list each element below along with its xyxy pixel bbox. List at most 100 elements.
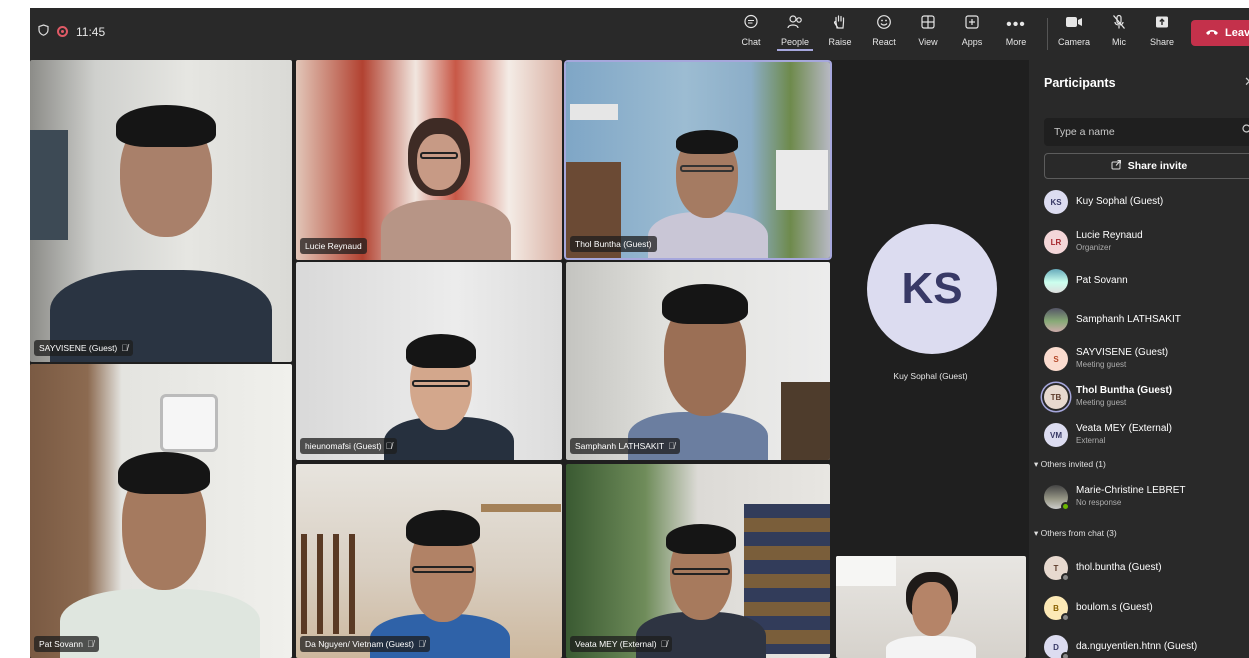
mic-off-icon: 🎙̸ <box>417 639 425 649</box>
participant-name: boulom.s (Guest) <box>1076 602 1153 613</box>
others-from-chat-section[interactable]: ▾ Others from chat (3) <box>1034 528 1117 539</box>
chat-button[interactable]: Chat <box>733 14 769 54</box>
video-tile-sayvisene[interactable]: SAYVISENE (Guest) 🎙̸ <box>30 60 292 362</box>
participant-row[interactable]: S SAYVISENE (Guest) Meeting guest <box>1044 342 1249 376</box>
participant-role: Meeting guest <box>1076 398 1127 407</box>
tile-name-tag: Veata MEY (External) 🎙̸ <box>570 636 673 652</box>
avatar: TB <box>1044 385 1068 409</box>
participant-name: da.nguyentien.htnn (Guest) <box>1076 641 1198 652</box>
meeting-status: 11:45 <box>38 24 105 39</box>
people-icon <box>777 14 813 36</box>
person-hair <box>676 130 738 154</box>
apps-button[interactable]: Apps <box>954 14 990 54</box>
people-label: People <box>777 36 813 51</box>
mic-button[interactable]: Mic <box>1101 14 1137 54</box>
people-button[interactable]: People <box>777 14 813 54</box>
participant-search-input[interactable] <box>1044 118 1249 146</box>
mic-off-icon: 🎙̸ <box>385 441 393 451</box>
tile-name-tag: hieunomafsi (Guest) 🎙̸ <box>300 438 398 454</box>
more-button[interactable]: ••• More <box>998 14 1034 54</box>
person-hair <box>406 334 476 368</box>
participant-row[interactable]: VM Veata MEY (External) External <box>1044 418 1249 452</box>
mic-off-icon: 🎙̸ <box>668 441 675 451</box>
recording-icon <box>57 26 68 37</box>
tile-name-tag: Pat Sovann 🎙̸ <box>34 636 99 652</box>
section-label: Others invited (1) <box>1040 459 1106 469</box>
avatar-initials: B <box>1053 603 1059 613</box>
meeting-toolbar: 11:45 Chat People Raise React View Apps … <box>30 8 1249 60</box>
person-hair <box>116 105 216 147</box>
participant-role: Organizer <box>1076 243 1112 252</box>
close-icon[interactable]: ✕ <box>1244 74 1249 90</box>
video-tile-thol-buntha[interactable]: Thol Buntha (Guest) <box>566 62 830 258</box>
participant-row[interactable]: KS Kuy Sophal (Guest) <box>1044 185 1249 219</box>
person-face <box>417 134 461 190</box>
person-hair <box>662 284 748 324</box>
camera-icon <box>1055 14 1093 36</box>
participant-status: No response <box>1076 498 1122 507</box>
avatar: S <box>1044 347 1068 371</box>
avatar-photo <box>1044 269 1068 293</box>
avatar: KS <box>867 224 997 354</box>
share-button[interactable]: Share <box>1144 14 1180 54</box>
mic-off-icon: 🎙̸ <box>121 343 129 353</box>
chat-icon <box>733 14 769 36</box>
avatar: D <box>1044 635 1070 658</box>
raise-label: Raise <box>828 37 852 47</box>
person-shoulders <box>648 212 768 258</box>
participant-row[interactable]: LR Lucie Reynaud Organizer <box>1044 225 1249 259</box>
chevron-down-icon: ▾ <box>1034 528 1039 538</box>
glasses <box>420 152 458 159</box>
participant-row[interactable]: TB Thol Buntha (Guest) Meeting guest <box>1044 380 1249 414</box>
participant-row[interactable]: T thol.buntha (Guest) <box>1044 551 1249 585</box>
mic-off-icon: 🎙̸ <box>86 639 94 649</box>
person-hair <box>406 510 480 546</box>
panel-title: Participants <box>1044 76 1116 90</box>
shield-icon <box>38 24 49 39</box>
shelf <box>481 504 561 512</box>
participant-role: Meeting guest <box>1076 360 1127 369</box>
glasses <box>412 566 474 573</box>
mic-label: Mic <box>1112 37 1126 47</box>
view-button[interactable]: View <box>910 14 946 54</box>
avatar-photo <box>1044 308 1068 332</box>
participant-row[interactable]: B boulom.s (Guest) <box>1044 591 1249 625</box>
self-view-tile[interactable] <box>836 556 1026 658</box>
mic-off-icon: 🎙̸ <box>660 639 668 649</box>
ceiling-light <box>836 556 896 586</box>
participant-row[interactable]: Marie-Christine LEBRET No response <box>1044 480 1249 514</box>
camera-button[interactable]: Camera <box>1055 14 1093 54</box>
video-tile-da-nguyen[interactable]: Da Nguyen/ Vietnam (Guest) 🎙̸ <box>296 464 562 658</box>
person-hair <box>666 524 736 554</box>
video-tile-pat-sovann[interactable]: Pat Sovann 🎙̸ <box>30 364 292 658</box>
more-icon: ••• <box>1006 16 1026 33</box>
participant-name: thol.buntha (Guest) <box>1076 562 1162 573</box>
video-tile-hieunomafsi[interactable]: hieunomafsi (Guest) 🎙̸ <box>296 262 562 460</box>
tile-name-tag: SAYVISENE (Guest) 🎙̸ <box>34 340 134 356</box>
participant-name: Samphanh LATHSAKIT <box>1076 314 1181 325</box>
participant-name: Veata MEY (External) <box>1076 423 1172 434</box>
wall-board <box>776 150 828 210</box>
presence-indicator <box>1061 613 1070 622</box>
presence-indicator <box>1061 573 1070 582</box>
participant-name: Da Nguyen/ Vietnam (Guest) <box>305 639 414 649</box>
video-tile-kuy-sophal[interactable]: KS Kuy Sophal (Guest) <box>834 60 1027 553</box>
react-button[interactable]: React <box>866 14 902 54</box>
participant-row[interactable]: D da.nguyentien.htnn (Guest) <box>1044 630 1249 658</box>
share-invite-button[interactable]: Share invite <box>1044 153 1249 179</box>
participant-row[interactable]: Samphanh LATHSAKIT <box>1044 303 1249 337</box>
video-tile-samphanh-lathsakit[interactable]: Samphanh LATHSAKIT 🎙̸ <box>566 262 830 460</box>
leave-button[interactable]: Leave <box>1191 20 1249 46</box>
search-icon <box>1242 124 1249 138</box>
tile-name-tag: Samphanh LATHSAKIT 🎙̸ <box>570 438 680 454</box>
presence-indicator <box>1061 652 1070 658</box>
video-tile-veata-mey[interactable]: Veata MEY (External) 🎙̸ <box>566 464 830 658</box>
participant-name: Pat Sovann <box>1076 275 1128 286</box>
participant-role: External <box>1076 436 1106 445</box>
video-tile-lucie-reynaud[interactable]: Lucie Reynaud <box>296 60 562 260</box>
participant-name: Thol Buntha (Guest) <box>1076 385 1173 396</box>
participant-row[interactable]: Pat Sovann <box>1044 264 1249 298</box>
wall-clock <box>160 394 218 452</box>
raise-hand-button[interactable]: Raise <box>822 14 858 54</box>
others-invited-section[interactable]: ▾ Others invited (1) <box>1034 459 1106 470</box>
